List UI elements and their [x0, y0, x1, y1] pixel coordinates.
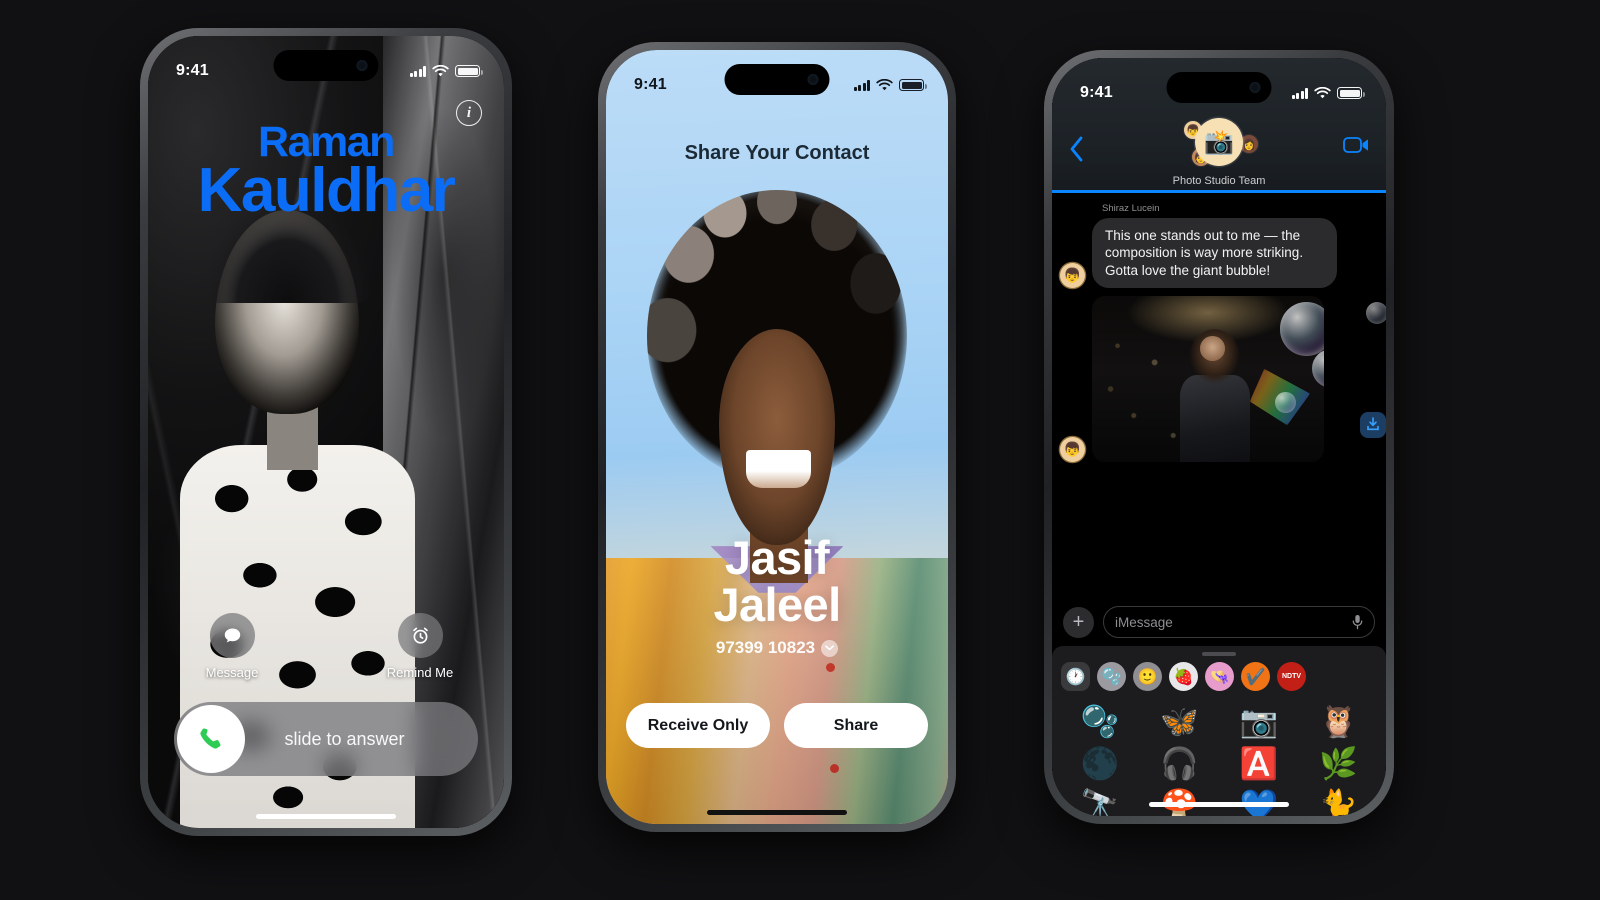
memoji-tab[interactable]: 🫧 [1097, 662, 1126, 691]
home-indicator [256, 814, 396, 819]
photo-bubble-small [1275, 392, 1297, 413]
portrait-face [718, 329, 836, 546]
phone-3-screen: 👦 👩 🧑 📸 Photo Studio Team Shiraz Lucein … [1052, 58, 1386, 816]
phone-2-screen: 9:41 Share Your Contact Jasif Jaleel 973… [606, 50, 948, 824]
camera-sticker[interactable]: 📷 [1221, 702, 1297, 740]
share-contact-actions: Receive Only Share [626, 703, 928, 748]
emoji-tab[interactable]: 🙂 [1133, 662, 1162, 691]
dynamic-island [273, 50, 379, 81]
blue-heart-sticker[interactable]: 💙 [1221, 786, 1297, 817]
plus-icon[interactable]: + [1063, 606, 1094, 638]
shirt-button-lower [829, 764, 839, 774]
phone-3-screen-bezel: 👦 👩 🧑 📸 Photo Studio Team Shiraz Lucein … [1052, 58, 1386, 816]
photo-stickers-tab[interactable]: 🍓 [1169, 662, 1198, 691]
group-avatar: 📸 [1195, 118, 1243, 166]
message-bubble-icon [209, 613, 255, 658]
alarm-clock-icon [397, 613, 443, 658]
contact-phone-row[interactable]: 97399 10823 [606, 638, 948, 658]
a-plus-sticker[interactable]: 🅰️ [1221, 744, 1297, 782]
home-indicator [1149, 802, 1289, 807]
phone-1-screen: 9:41 i Raman Kauldhar Message Remind Me … [148, 36, 504, 828]
chevron-down-icon[interactable] [821, 639, 839, 657]
share-button[interactable]: Share [784, 703, 928, 748]
sticker-pack-pink-tab[interactable]: 👒 [1205, 662, 1234, 691]
contact-phone-number: 97399 10823 [715, 638, 816, 657]
chevron-down-glyph [825, 645, 835, 651]
shirt-button-upper [826, 662, 836, 672]
portrait-smile [746, 449, 812, 488]
ndtv-pack-tab[interactable]: NDTV [1277, 662, 1306, 691]
sticker-category-tabs[interactable]: 🕐 🫧 🙂 🍓 👒 ✔️ NDTV [1052, 656, 1386, 698]
phone-1-screen-bezel: 9:41 i Raman Kauldhar Message Remind Me … [148, 36, 504, 828]
message-row: 👦 This one stands out to me — the compos… [1052, 218, 1386, 288]
dynamic-island [1166, 72, 1272, 103]
cat-sticker[interactable]: 🐈 [1301, 786, 1377, 817]
call-info-button[interactable]: i [456, 100, 482, 126]
alarm-clock-glyph [412, 627, 428, 644]
mushroom-character-sticker[interactable]: 🍄 [1142, 786, 1218, 817]
photo-message-row: 👦 [1052, 288, 1386, 462]
contact-first-name: Jasif [724, 531, 830, 584]
share-contact-title: Share Your Contact [684, 142, 870, 164]
phone-handset-icon [200, 728, 221, 749]
message-input-bar: + iMessage [1052, 598, 1386, 646]
message-thread[interactable]: Shiraz Lucein 👦 This one stands out to m… [1052, 193, 1386, 604]
checkmark-pack-tab[interactable]: ✔️ [1241, 662, 1270, 691]
phone-3-messages: 👦 👩 🧑 📸 Photo Studio Team Shiraz Lucein … [1044, 50, 1394, 824]
headphones-sticker[interactable]: 🎧 [1142, 744, 1218, 782]
monstera-leaf-sticker[interactable]: 🌿 [1301, 744, 1377, 782]
caller-last-name: Kauldhar [197, 156, 456, 226]
remind-me-action-label: Remind Me [386, 665, 454, 680]
phone-1-incoming-call: 9:41 i Raman Kauldhar Message Remind Me … [140, 28, 512, 836]
answer-call-knob[interactable] [177, 705, 245, 773]
sender-avatar: 👦 [1060, 436, 1085, 462]
sticker-drawer[interactable]: 🕐 🫧 🙂 🍓 👒 ✔️ NDTV 🫧 🦋 📷 🦉 🌑 🎧 🅰️ 🌿 🔭 🐈 [1052, 646, 1386, 816]
microphone-icon[interactable] [1352, 614, 1363, 630]
imessage-placeholder: iMessage [1115, 614, 1173, 630]
photo-bubble-large [1279, 302, 1324, 356]
message-action-label: Message [205, 665, 259, 680]
slide-to-answer-label: slide to answer [284, 728, 405, 749]
photo-subject-face [1199, 335, 1226, 361]
group-avatar-cluster: 👦 👩 🧑 📸 [1176, 118, 1262, 172]
butterfly-sticker[interactable]: 🦋 [1142, 702, 1218, 740]
phone-2-screen-bezel: 9:41 Share Your Contact Jasif Jaleel 973… [606, 50, 948, 824]
bubbles-sticker[interactable]: 🫧 [1062, 702, 1138, 740]
group-name: Photo Studio Team [1172, 175, 1266, 187]
photo-bubbles-attachment[interactable] [1092, 295, 1324, 462]
receive-only-button[interactable]: Receive Only [626, 703, 770, 748]
dynamic-island [724, 64, 830, 95]
caller-name: Raman Kauldhar [148, 120, 504, 226]
phone-2-share-contact: 9:41 Share Your Contact Jasif Jaleel 973… [598, 42, 956, 832]
save-to-photos-icon[interactable] [1360, 411, 1386, 438]
message-bubble-glyph [224, 628, 240, 642]
home-indicator [707, 810, 847, 815]
remind-me-action-button[interactable]: Remind Me [384, 613, 456, 680]
sender-avatar: 👦 [1060, 262, 1085, 288]
message-bubble[interactable]: This one stands out to me — the composit… [1092, 218, 1337, 288]
imessage-input[interactable]: iMessage [1103, 606, 1375, 638]
screenshot-stage: 9:41 i Raman Kauldhar Message Remind Me … [0, 0, 1600, 900]
sticker-grid[interactable]: 🫧 🦋 📷 🦉 🌑 🎧 🅰️ 🌿 🔭 🍄 💙 🐈 [1052, 698, 1386, 817]
message-sender-name: Shiraz Lucein [1102, 203, 1160, 214]
message-action-button[interactable]: Message [196, 613, 268, 680]
floating-bubble-decor [1366, 301, 1386, 324]
recents-tab[interactable]: 🕐 [1061, 662, 1090, 691]
contact-last-name: Jaleel [713, 578, 841, 631]
slide-to-answer-slider[interactable]: slide to answer [174, 702, 478, 776]
group-identity[interactable]: 👦 👩 🧑 📸 Photo Studio Team [1052, 118, 1386, 187]
contact-name: Jasif Jaleel [606, 534, 948, 628]
telescope-sticker[interactable]: 🔭 [1062, 786, 1138, 817]
owl-sticker[interactable]: 🦉 [1301, 702, 1377, 740]
moon-sticker[interactable]: 🌑 [1062, 744, 1138, 782]
call-action-row: Message Remind Me [148, 613, 504, 680]
save-to-photos-glyph [1367, 417, 1379, 431]
